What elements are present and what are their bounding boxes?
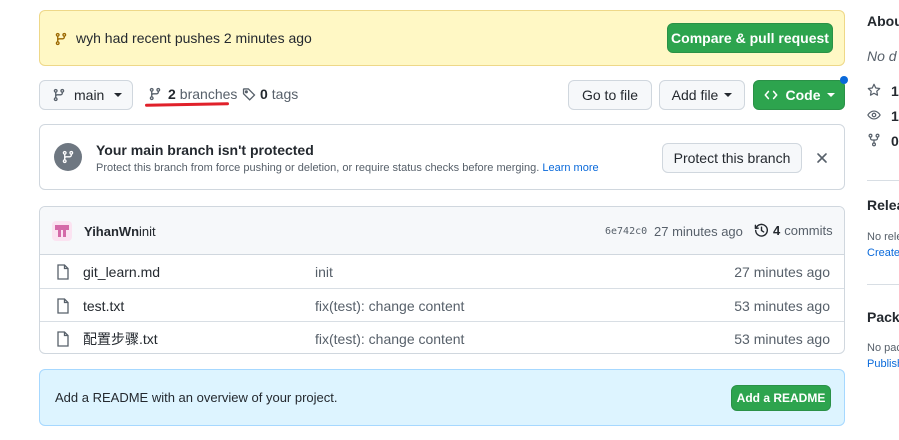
branch-selector-button[interactable]: main bbox=[39, 80, 133, 110]
history-icon bbox=[754, 223, 769, 238]
branch-icon bbox=[54, 32, 68, 46]
file-name[interactable]: git_learn.md bbox=[83, 255, 160, 288]
create-release-link[interactable]: Create bbox=[867, 247, 899, 259]
go-to-file-button[interactable]: Go to file bbox=[568, 80, 652, 110]
commit-sha[interactable]: 6e742c0 bbox=[605, 226, 647, 237]
compare-pull-request-label: Compare & pull request bbox=[671, 30, 829, 46]
go-to-file-label: Go to file bbox=[581, 87, 639, 103]
commit-author[interactable]: YihanWn bbox=[84, 224, 139, 239]
file-listing: YihanWn init 6e742c0 27 minutes ago 4 co… bbox=[39, 206, 845, 354]
file-name[interactable]: test.txt bbox=[83, 289, 124, 322]
compare-pull-request-button[interactable]: Compare & pull request bbox=[667, 23, 833, 53]
stars-count[interactable]: 1 bbox=[891, 83, 899, 99]
sidebar-divider bbox=[867, 180, 899, 181]
learn-more-link[interactable]: Learn more bbox=[542, 162, 598, 174]
no-packages-text: No pac bbox=[867, 342, 899, 354]
releases-heading[interactable]: Relea bbox=[867, 197, 899, 213]
protect-branch-button[interactable]: Protect this branch bbox=[662, 143, 802, 173]
branches-link[interactable]: 2 branches bbox=[148, 86, 237, 102]
branch-icon bbox=[52, 88, 66, 102]
file-icon bbox=[56, 289, 70, 322]
tags-label: tags bbox=[271, 86, 299, 102]
close-icon[interactable] bbox=[816, 152, 828, 164]
fork-icon bbox=[867, 133, 881, 147]
branch-protection-icon bbox=[54, 143, 82, 171]
add-file-button[interactable]: Add file bbox=[659, 80, 745, 110]
watchers-count[interactable]: 1 bbox=[891, 108, 899, 124]
file-name[interactable]: 配置步骤.txt bbox=[83, 322, 158, 353]
add-file-label: Add file bbox=[671, 87, 719, 103]
code-button[interactable]: Code bbox=[753, 80, 845, 110]
file-commit-time: 53 minutes ago bbox=[734, 330, 830, 347]
branch-protection-description: Protect this branch from force pushing o… bbox=[96, 162, 599, 174]
protect-branch-label: Protect this branch bbox=[673, 150, 791, 166]
eye-icon bbox=[867, 108, 881, 122]
branch-protection-title: Your main branch isn't protected bbox=[96, 142, 314, 158]
branch-protection-box: Your main branch isn't protected Protect… bbox=[39, 124, 845, 190]
latest-commit-header: YihanWn init 6e742c0 27 minutes ago 4 co… bbox=[40, 207, 844, 255]
branch-protection-desc-text: Protect this branch from force pushing o… bbox=[96, 162, 540, 174]
no-releases-text: No rele bbox=[867, 231, 899, 243]
notification-dot bbox=[840, 76, 848, 84]
file-row[interactable]: 配置步骤.txt fix(test): change content 53 mi… bbox=[40, 321, 844, 353]
readme-prompt-text: Add a README with an overview of your pr… bbox=[55, 390, 338, 405]
branch-selector-label: main bbox=[74, 87, 105, 103]
add-readme-label: Add a README bbox=[736, 391, 826, 405]
file-commit-time: 27 minutes ago bbox=[734, 263, 830, 280]
chevron-down-icon bbox=[826, 93, 835, 97]
file-commit-message[interactable]: fix(test): change content bbox=[315, 322, 464, 353]
annotation-underline bbox=[144, 102, 230, 107]
readme-prompt: Add a README with an overview of your pr… bbox=[39, 369, 845, 426]
recent-push-message: wyh had recent pushes 2 minutes ago bbox=[76, 30, 312, 46]
file-row[interactable]: git_learn.md init 27 minutes ago bbox=[40, 255, 844, 288]
commits-link[interactable]: 4 commits bbox=[754, 223, 833, 238]
tag-icon bbox=[242, 87, 256, 101]
file-commit-message[interactable]: init bbox=[315, 255, 333, 288]
file-icon bbox=[56, 322, 70, 353]
packages-heading[interactable]: Packa bbox=[867, 309, 899, 325]
commit-count-label: commits bbox=[784, 223, 833, 238]
tags-link[interactable]: 0 tags bbox=[242, 86, 298, 102]
avatar[interactable] bbox=[52, 221, 72, 241]
star-icon bbox=[867, 83, 881, 97]
publish-package-link[interactable]: Publish bbox=[867, 358, 899, 370]
commit-message[interactable]: init bbox=[139, 224, 156, 239]
commit-time: 27 minutes ago bbox=[654, 224, 743, 239]
recent-push-banner: wyh had recent pushes 2 minutes ago Comp… bbox=[39, 10, 845, 66]
file-icon bbox=[56, 255, 70, 288]
about-heading: About bbox=[867, 13, 899, 29]
forks-count[interactable]: 0 bbox=[891, 133, 899, 149]
file-commit-time: 53 minutes ago bbox=[734, 297, 830, 314]
chevron-down-icon bbox=[114, 93, 123, 97]
branch-count: 2 bbox=[168, 86, 176, 102]
file-row[interactable]: test.txt fix(test): change content 53 mi… bbox=[40, 288, 844, 321]
about-description: No d bbox=[867, 48, 897, 64]
tag-count: 0 bbox=[260, 86, 268, 102]
code-icon bbox=[764, 88, 778, 102]
sidebar-divider bbox=[867, 284, 899, 285]
branches-label: branches bbox=[179, 86, 238, 102]
add-readme-button[interactable]: Add a README bbox=[731, 385, 831, 411]
commit-count: 4 bbox=[773, 223, 781, 238]
file-commit-message[interactable]: fix(test): change content bbox=[315, 289, 464, 322]
code-label: Code bbox=[785, 87, 821, 103]
chevron-down-icon bbox=[724, 93, 733, 97]
branch-icon bbox=[148, 87, 162, 101]
